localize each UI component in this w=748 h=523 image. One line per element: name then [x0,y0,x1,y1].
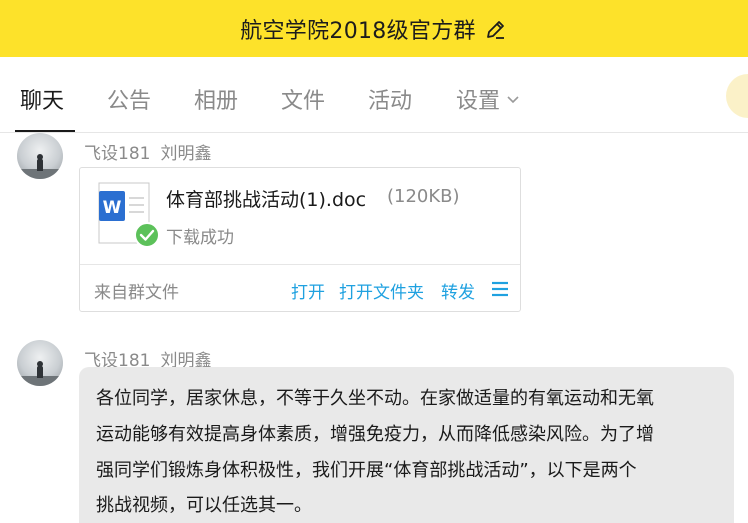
message-bubble[interactable]: 各位同学，居家休息，不等于久坐不动。在家做适量的有氧运动和无氧 运动能够有效提高… [79,367,734,523]
open-folder-button[interactable]: 打开文件夹 [339,278,424,303]
file-card[interactable]: W 体育部挑战活动(1).doc (120KB) 下载成功 来自群文件 打开 打… [79,167,521,312]
pencil-icon[interactable] [484,17,508,41]
forward-button[interactable]: 转发 [441,278,475,303]
group-title: 航空学院2018级官方群 [240,18,476,44]
active-tab-indicator [15,130,75,132]
title-bar: 航空学院2018级官方群 [0,0,748,57]
file-size: (120KB) [387,186,460,207]
file-actions: 来自群文件 打开 打开文件夹 转发 [80,264,520,312]
sender-name: 飞设181 刘明鑫 [84,139,211,164]
sender-class: 飞设181 [84,144,151,164]
svg-text:W: W [103,198,122,218]
open-button[interactable]: 打开 [291,278,325,303]
tab-bar: 聊天 公告 相册 文件 活动 设置 [0,57,748,133]
tab-album[interactable]: 相册 [194,83,238,115]
tab-files[interactable]: 文件 [281,83,325,115]
sender-person: 刘明鑫 [160,144,212,164]
avatar[interactable] [726,74,748,118]
message-text-line: 强同学们锻炼身体积极性，我们开展“体育部挑战活动”，以下是两个 [96,460,637,481]
word-doc-icon: W [97,182,161,248]
download-status: 下载成功 [166,228,234,248]
message-text-line: 挑战视频，可以任选其一。 [96,495,312,516]
avatar[interactable] [17,340,63,386]
chevron-down-icon [506,87,520,104]
avatar[interactable] [17,133,63,179]
message-text-line: 运动能够有效提高身体素质，增强免疫力，从而降低感染风险。为了增 [96,424,654,445]
tab-announcements[interactable]: 公告 [107,83,151,115]
tab-activities[interactable]: 活动 [368,83,412,115]
file-info: W 体育部挑战活动(1).doc (120KB) 下载成功 [80,168,520,264]
file-name[interactable]: 体育部挑战活动(1).doc [166,185,366,212]
tab-settings[interactable]: 设置 [456,83,520,115]
message-text-line: 各位同学，居家休息，不等于久坐不动。在家做适量的有氧运动和无氧 [96,388,654,409]
file-source: 来自群文件 [94,283,179,303]
tab-settings-label: 设置 [456,89,501,114]
tab-chat[interactable]: 聊天 [20,83,64,115]
menu-icon[interactable] [490,279,510,299]
